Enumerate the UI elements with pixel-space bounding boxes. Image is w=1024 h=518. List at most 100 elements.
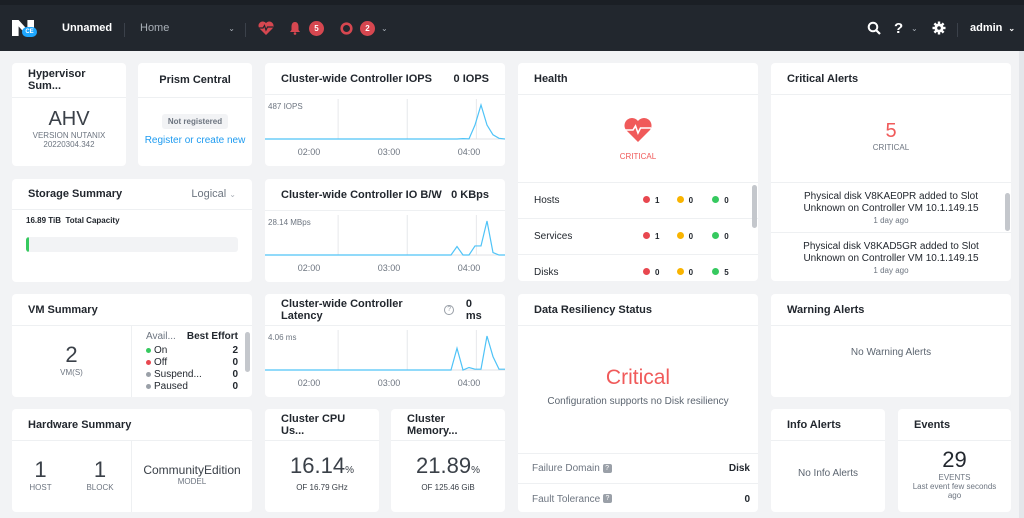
vm-status-list: Avail... Best Effort On 2 Off 0 Suspend... 0 Pa… [132, 326, 252, 397]
critical-count: 1 [654, 196, 660, 205]
warning-count: 0 [688, 268, 694, 277]
resiliency-message: Configuration supports no Disk resilienc… [547, 396, 729, 407]
empty-message: No Warning Alerts [850, 347, 932, 358]
alert-text: Physical disk V8KAE0PR added to Slot Unk… [803, 191, 979, 214]
search-icon[interactable] [867, 5, 881, 51]
card-title: Info Alerts [771, 409, 885, 441]
alert-item[interactable]: Physical disk V8KAE0PR added to Slot Unk… [771, 183, 1011, 233]
scrollbar[interactable] [1005, 193, 1010, 231]
nav-current-label: Home [140, 22, 170, 34]
model-name: CommunityEdition [143, 463, 241, 477]
health-row[interactable]: Hosts 1 0 0 [518, 183, 758, 219]
fault-tolerance-value: 0 [744, 493, 750, 505]
card-title: Prism Central [138, 63, 252, 98]
vm-status-row: Suspend... 0 [146, 369, 238, 381]
divider [124, 23, 125, 37]
cluster-cpu-card[interactable]: Cluster CPU Us... 16.14% OF 16.79 GHz [265, 409, 379, 512]
warning-alerts-card[interactable]: Warning Alerts No Warning Alerts [771, 294, 1011, 397]
cpu-usage-value: 16.14 [290, 453, 346, 478]
register-link[interactable]: Register or create new [138, 135, 252, 146]
controller-io-bw-card[interactable]: Cluster-wide Controller IO B/W 0 KBps 28.… [264, 179, 506, 282]
critical-dot-icon [642, 232, 650, 239]
current-value: 0 KBps [451, 188, 489, 201]
user-menu[interactable]: admin ⌄ [970, 5, 1015, 51]
card-title: Cluster-wide Controller IOPS [281, 72, 432, 85]
health-row-label: Services [534, 231, 573, 242]
empty-message: No Info Alerts [797, 468, 859, 479]
critical-dot-icon [642, 268, 650, 275]
help-icon[interactable]: ? [444, 304, 454, 315]
health-status: CRITICAL [619, 152, 657, 161]
events-card[interactable]: Events 29 EVENTS Last event few seconds … [898, 409, 1011, 512]
info-alerts-card[interactable]: Info Alerts No Info Alerts [771, 409, 885, 512]
alert-text: Physical disk V8KAD5GR added to Slot Unk… [803, 241, 979, 264]
percent-unit: % [471, 465, 480, 476]
vm-status-count: 0 [232, 357, 238, 368]
card-title: Cluster-wide Controller Latency [281, 297, 403, 322]
hypervisor-name: AHV [48, 108, 90, 130]
data-resiliency-card[interactable]: Data Resiliency Status Critical Configur… [518, 294, 758, 512]
cpu-total: OF 16.79 GHz [296, 483, 348, 492]
alerts-count-badge[interactable]: 5 [309, 5, 324, 51]
registration-status: Not registered [161, 114, 229, 129]
cluster-memory-card[interactable]: Cluster Memory... 21.89% OF 125.46 GiB [391, 409, 505, 512]
card-title: Cluster Memory... [391, 409, 505, 441]
vm-count: 2 [65, 342, 78, 367]
y-max-label: 28.14 MBps [268, 218, 311, 227]
tasks-count-badge[interactable]: 2 [360, 5, 375, 51]
iops-chart: 487 IOPS 02:00 03:00 04:00 [264, 99, 506, 157]
fault-tolerance-row: Fault Tolerance ? 0 [518, 484, 758, 514]
good-count: 5 [724, 268, 729, 277]
main-nav-dropdown[interactable]: Home ⌄ [140, 5, 235, 51]
circle-task-icon[interactable] [340, 5, 353, 51]
health-row[interactable]: Disks 0 0 5 [518, 255, 758, 281]
help-icon[interactable]: ? [894, 5, 903, 51]
prism-central-card: Prism Central Not registered Register or… [138, 63, 252, 166]
health-card: Health CRITICAL Hosts 1 0 0 Services 1 0 … [518, 63, 758, 281]
help-icon[interactable]: ? [602, 463, 612, 473]
y-max-label: 487 IOPS [268, 102, 303, 111]
chevron-down-icon[interactable]: ⌄ [381, 5, 388, 51]
bell-icon[interactable] [289, 5, 301, 51]
good-count: 0 [724, 196, 729, 205]
block-count: 1 [93, 457, 107, 482]
user-name: admin [970, 22, 1003, 34]
alert-time: 1 day ago [873, 266, 909, 275]
scrollbar[interactable] [245, 332, 250, 372]
divider [245, 23, 246, 37]
x-tick-label: 02:00 [298, 263, 321, 273]
resiliency-status: Critical [605, 366, 671, 389]
alert-item[interactable]: Physical disk V8KAD5GR added to Slot Unk… [771, 233, 1011, 281]
health-row[interactable]: Services 1 0 0 [518, 219, 758, 255]
hypervisor-summary-card[interactable]: Hypervisor Sum... AHV VERSION NUTANIX 20… [12, 63, 126, 166]
warning-dot-icon [676, 232, 684, 239]
failure-domain-value: Disk [728, 463, 750, 474]
card-title: Warning Alerts [771, 294, 1011, 326]
health-heart-icon[interactable] [258, 5, 274, 51]
card-title: Cluster CPU Us... [265, 409, 379, 441]
chevron-down-icon: ⌄ [228, 23, 235, 33]
vm-status-label: On [154, 345, 168, 356]
page-scrollbar[interactable] [1019, 51, 1024, 518]
x-tick-label: 02:00 [298, 378, 321, 388]
help-icon[interactable]: ? [602, 494, 612, 504]
cluster-name[interactable]: Unnamed [62, 5, 112, 51]
status-dot-icon [146, 384, 151, 389]
storage-usage-fill [26, 237, 29, 252]
storage-view-dropdown[interactable]: Logical ⌄ [191, 188, 236, 200]
scrollbar[interactable] [752, 185, 757, 228]
percent-unit: % [345, 465, 354, 476]
x-tick-label: 04:00 [458, 263, 481, 273]
vm-status-row: On 2 [146, 345, 238, 357]
gear-icon[interactable] [932, 5, 946, 51]
critical-alerts-card[interactable]: Critical Alerts 5 CRITICAL Physical disk… [771, 63, 1011, 281]
chevron-down-icon: ⌄ [229, 190, 236, 199]
alert-time: 1 day ago [873, 216, 909, 225]
controller-latency-card[interactable]: Cluster-wide Controller Latency ? 0 ms 4… [264, 294, 506, 397]
chevron-down-icon[interactable]: ⌄ [911, 5, 918, 51]
vm-status-label: Suspend... [154, 369, 202, 380]
controller-iops-card[interactable]: Cluster-wide Controller IOPS 0 IOPS 487 I… [264, 63, 506, 166]
warning-count: 0 [688, 196, 694, 205]
x-tick-label: 03:00 [378, 263, 401, 273]
x-tick-label: 04:00 [458, 147, 481, 157]
